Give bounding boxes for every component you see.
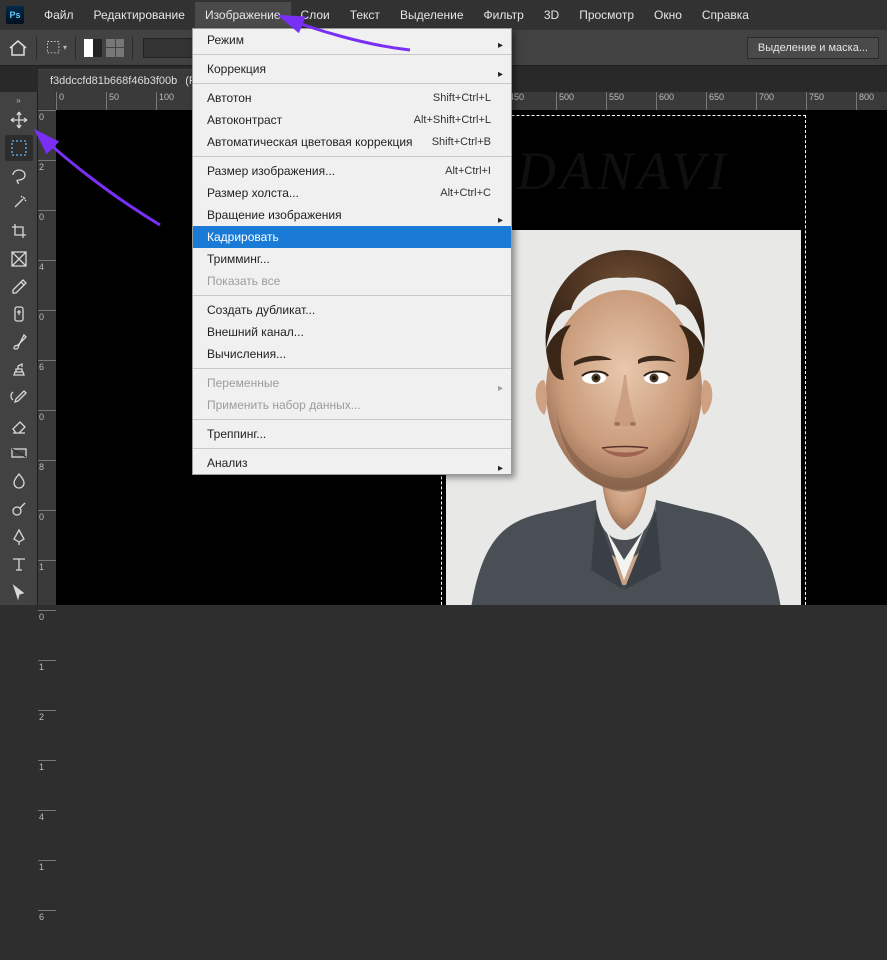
- new-selection-icon[interactable]: [84, 39, 102, 57]
- ruler-corner: [38, 92, 56, 110]
- feather-dropdown[interactable]: [143, 38, 193, 58]
- menu-item-коррекция[interactable]: Коррекция: [193, 58, 511, 80]
- menu-item-автоматическая-цветовая-коррекция[interactable]: Автоматическая цветовая коррекцияShift+C…: [193, 131, 511, 153]
- gradient-tool[interactable]: [5, 440, 33, 466]
- marquee-dropdown[interactable]: ▾: [45, 37, 67, 59]
- magic-wand-tool[interactable]: [5, 191, 33, 217]
- menu-item-кадрировать[interactable]: Кадрировать: [193, 226, 511, 248]
- menu-item-анализ[interactable]: Анализ: [193, 452, 511, 474]
- menu-help[interactable]: Справка: [692, 2, 759, 28]
- menu-item-тримминг-[interactable]: Тримминг...: [193, 248, 511, 270]
- menu-item-внешний-канал-[interactable]: Внешний канал...: [193, 321, 511, 343]
- menu-layers[interactable]: Слои: [291, 2, 340, 28]
- healing-brush-tool[interactable]: [5, 302, 33, 328]
- menu-image[interactable]: Изображение: [195, 2, 291, 28]
- pen-tool[interactable]: [5, 524, 33, 550]
- menu-filter[interactable]: Фильтр: [474, 2, 534, 28]
- clone-stamp-tool[interactable]: [5, 357, 33, 383]
- ruler-vertical: 02040608010121416: [38, 110, 56, 605]
- menu-item-автоконтраст[interactable]: АвтоконтрастAlt+Shift+Ctrl+L: [193, 109, 511, 131]
- toolbar: »: [0, 92, 38, 605]
- menu-3d[interactable]: 3D: [534, 2, 569, 28]
- menu-view[interactable]: Просмотр: [569, 2, 644, 28]
- app-logo: Ps: [6, 6, 24, 24]
- menu-item-вычисления-[interactable]: Вычисления...: [193, 343, 511, 365]
- menu-file[interactable]: Файл: [34, 2, 84, 28]
- menu-item-размер-холста-[interactable]: Размер холста...Alt+Ctrl+C: [193, 182, 511, 204]
- menu-item-показать-все: Показать все: [193, 270, 511, 292]
- add-selection-icon[interactable]: [106, 39, 124, 57]
- dodge-tool[interactable]: [5, 496, 33, 522]
- eyedropper-tool[interactable]: [5, 274, 33, 300]
- menu-item-автотон[interactable]: АвтотонShift+Ctrl+L: [193, 87, 511, 109]
- toolbar-chevron-icon[interactable]: »: [11, 96, 27, 105]
- path-selection-tool[interactable]: [5, 579, 33, 605]
- menu-item-применить-набор-данных-: Применить набор данных...: [193, 394, 511, 416]
- menu-select[interactable]: Выделение: [390, 2, 474, 28]
- lasso-tool[interactable]: [5, 163, 33, 189]
- menu-edit[interactable]: Редактирование: [84, 2, 195, 28]
- image-menu-dropdown: Режим Коррекция АвтотонShift+Ctrl+LАвтокон…: [192, 28, 512, 475]
- history-brush-tool[interactable]: [5, 385, 33, 411]
- home-icon[interactable]: [8, 39, 28, 57]
- brush-tool[interactable]: [5, 329, 33, 355]
- menu-item-переменные: Переменные: [193, 372, 511, 394]
- blur-tool[interactable]: [5, 468, 33, 494]
- menu-item-создать-дубликат-[interactable]: Создать дубликат...: [193, 299, 511, 321]
- document-tab-title: f3ddccfd81b668f46b3f00b: [50, 75, 177, 87]
- move-tool[interactable]: [5, 107, 33, 133]
- crop-tool[interactable]: [5, 218, 33, 244]
- menu-item-треппинг-[interactable]: Треппинг...: [193, 423, 511, 445]
- marquee-tool[interactable]: [5, 135, 33, 161]
- menu-window[interactable]: Окно: [644, 2, 692, 28]
- menubar: Ps Файл Редактирование Изображение Слои …: [0, 0, 887, 30]
- eraser-tool[interactable]: [5, 413, 33, 439]
- menu-item-размер-изображения-[interactable]: Размер изображения...Alt+Ctrl+I: [193, 160, 511, 182]
- frame-tool[interactable]: [5, 246, 33, 272]
- menu-text[interactable]: Текст: [340, 2, 390, 28]
- type-tool[interactable]: [5, 551, 33, 577]
- menu-item-вращение-изображения[interactable]: Вращение изображения: [193, 204, 511, 226]
- select-and-mask-button[interactable]: Выделение и маска...: [747, 37, 879, 59]
- menu-item-режим[interactable]: Режим: [193, 29, 511, 51]
